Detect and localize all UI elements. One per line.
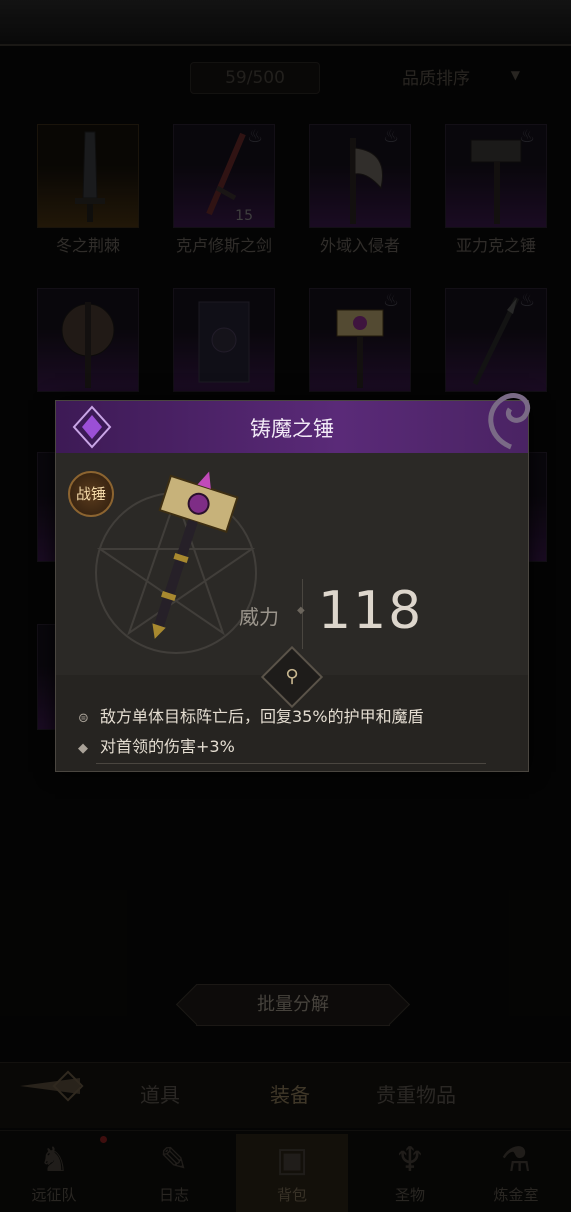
warhammer-icon <box>152 471 239 639</box>
power-label: 威力 <box>239 605 279 629</box>
double-axe-icon <box>61 302 115 388</box>
back-arrow-icon[interactable] <box>10 1066 94 1106</box>
sort-dropdown[interactable]: 品质排序 ▼ <box>402 64 532 92</box>
nav-alchemy[interactable]: ⚗ 炼金室 <box>466 1134 566 1212</box>
horned-helmet-icon: ♞ <box>38 1140 70 1180</box>
inventory-counter: 59/500 <box>190 62 320 94</box>
hammer-icon <box>470 139 522 224</box>
nav-journal[interactable]: ✎ 日志 <box>124 1134 224 1212</box>
attribute-line: ⊜ 敌方单体目标阵亡后，回复35%的护甲和魔盾 <box>78 703 424 727</box>
weapon-type-badge: 战锤 <box>68 471 114 517</box>
item-name: 外域入侵者 <box>319 236 400 255</box>
nav-label: 背包 <box>276 1186 307 1204</box>
item-count: 15 <box>235 208 253 224</box>
attribute-line: ◆ 对首领的伤害+3% <box>78 733 235 757</box>
power-value: 118 <box>318 581 424 641</box>
item-detail-popup: 铸魔之锤 战锤 威力 118 ⚲ ⊜敌方单体目标阵亡后，回复35%的护 <box>55 393 531 772</box>
tab-valuables[interactable]: 贵重物品 <box>376 1079 456 1108</box>
item-slot[interactable]: 冬之荆棘 <box>37 124 139 255</box>
item-slot[interactable] <box>37 288 139 392</box>
tab-equipment[interactable]: 装备 <box>270 1079 310 1108</box>
axe-icon <box>350 138 383 224</box>
spear-icon <box>472 296 520 386</box>
item-title: 铸魔之锤 <box>250 417 334 441</box>
nav-expedition[interactable]: ♞ 远征队 <box>4 1134 104 1212</box>
nav-label: 远征队 <box>31 1186 77 1204</box>
alchemy-icon: ⚗ <box>500 1140 532 1180</box>
nav-label: 圣物 <box>394 1186 425 1204</box>
batch-decompose-button[interactable]: 批量分解 <box>196 984 390 1026</box>
backpack-icon: ▣ <box>275 1140 309 1180</box>
nav-label: 炼金室 <box>493 1186 539 1204</box>
nav-label: 日志 <box>158 1186 189 1204</box>
flame-swirl-icon <box>488 393 531 450</box>
magnifier-icon: ⚲ <box>285 666 299 687</box>
diamond-bullet-icon: ◆ <box>78 741 88 756</box>
greatsword-icon <box>75 131 105 222</box>
chevron-down-icon: ▼ <box>510 68 520 82</box>
item-slot[interactable]: ♨ 15 克卢修斯之剑 <box>173 124 275 255</box>
item-slot[interactable]: ♨ 外域入侵者 <box>309 124 411 255</box>
nav-relics[interactable]: ♆ 圣物 <box>360 1134 460 1212</box>
tab-items[interactable]: 道具 <box>140 1079 180 1108</box>
lock-icon: ⊜ <box>78 711 89 726</box>
top-bar <box>0 0 571 46</box>
item-name: 冬之荆棘 <box>55 236 120 255</box>
item-slot[interactable]: ♨ 亚力克之锤 <box>445 124 547 255</box>
sort-label: 品质排序 <box>402 69 470 89</box>
torch-icon: ♆ <box>394 1140 426 1180</box>
item-slot[interactable]: ♨ <box>309 288 411 392</box>
divider <box>96 763 486 764</box>
item-name: 克卢修斯之剑 <box>175 236 272 255</box>
item-name: 亚力克之锤 <box>455 236 536 255</box>
notification-dot <box>100 1136 107 1143</box>
item-slot[interactable] <box>173 288 275 392</box>
divider <box>297 579 305 649</box>
scroll-icon: ✎ <box>159 1140 189 1180</box>
item-detail-body: 战锤 威力 118 <box>56 453 528 675</box>
nav-backpack[interactable]: ▣ 背包 <box>236 1134 348 1212</box>
attribute-text: 对首领的伤害+3% <box>100 737 235 756</box>
tome-icon <box>198 301 250 383</box>
attribute-text: 敌方单体目标阵亡后，回复35%的护甲和魔盾 <box>100 707 424 726</box>
warhammer-icon <box>336 309 384 388</box>
